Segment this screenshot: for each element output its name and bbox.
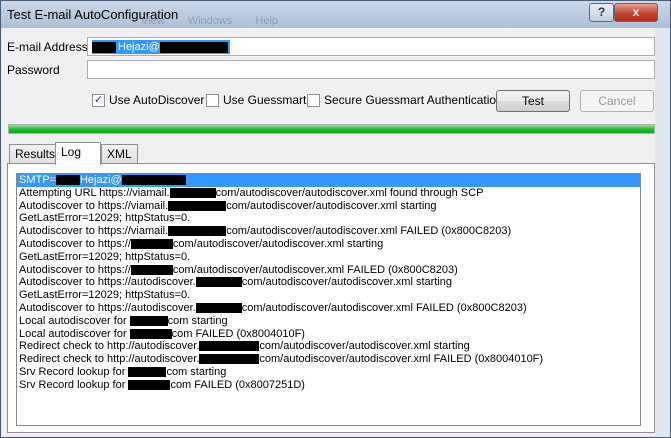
redacted-text — [129, 315, 168, 326]
log-text: Autodiscover to https://viamail. — [19, 199, 169, 212]
log-text: Local autodiscover for — [19, 314, 130, 327]
log-text: com/autodiscover/autodiscover.xml found … — [215, 186, 484, 199]
log-text: Local autodiscover for — [19, 327, 130, 340]
use-autodiscover-checkbox[interactable]: ✓ Use AutoDiscover — [92, 92, 204, 108]
log-text: com starting — [167, 314, 228, 327]
log-line[interactable]: GetLastError=12029; httpStatus=0. — [17, 251, 640, 264]
log-line[interactable]: GetLastError=12029; httpStatus=0. — [17, 212, 640, 225]
secure-guessmart-checkbox[interactable]: Secure Guessmart Authentication — [307, 92, 503, 108]
log-text: com FAILED (0x8007251D) — [170, 378, 305, 391]
checkbox-icon — [307, 93, 320, 107]
log-line[interactable]: Local autodiscover for com FAILED (0x800… — [17, 328, 640, 341]
redacted-text — [195, 303, 242, 314]
redacted-text — [130, 264, 173, 275]
log-text: Hejazi@ — [79, 174, 122, 186]
log-text: Autodiscover to https://autodiscover. — [19, 276, 196, 289]
log-line[interactable]: Srv Record lookup for com FAILED (0x8007… — [17, 379, 640, 392]
log-line[interactable]: Redirect check to http://autodiscover. co… — [17, 340, 640, 353]
checkbox-label: Secure Guessmart Authentication — [324, 93, 503, 107]
redacted-text — [92, 41, 116, 53]
redacted-text — [195, 277, 242, 288]
background-window-text: View Windows Help — [141, 15, 279, 27]
log-text: Srv Record lookup for — [19, 378, 129, 391]
log-line[interactable]: Autodiscover to https://autodiscover. com… — [17, 276, 640, 289]
tab-log[interactable]: Log — [55, 142, 101, 165]
redacted-text — [128, 379, 171, 390]
autoconfig-window: Test E-mail AutoConfiguration View Windo… — [0, 0, 671, 438]
redacted-text — [130, 239, 173, 250]
log-text: com/autodiscover/autodiscover.xml FAILED… — [226, 225, 512, 238]
log-line[interactable]: Redirect check to http://autodiscover. co… — [17, 353, 640, 366]
email-field[interactable]: Hejazi@ — [87, 37, 655, 56]
redacted-text — [169, 187, 216, 198]
log-text: GetLastError=12029; httpStatus=0. — [19, 289, 191, 302]
log-text: Autodiscover to https:// — [19, 263, 131, 276]
log-text: com/autodiscover/autodiscover.xml starti… — [226, 199, 437, 212]
log-tab-panel: SMTP= Hejazi@ Attempting URL https://viama… — [7, 163, 655, 433]
redacted-text — [168, 200, 227, 211]
log-line[interactable]: Local autodiscover for com starting — [17, 315, 640, 328]
tab-results[interactable]: Results — [9, 144, 62, 163]
log-text: com/autodiscover/autodiscover.xml FAILED… — [172, 263, 458, 276]
progress-fill — [9, 125, 654, 133]
log-text: com/autodiscover/autodiscover.xml starti… — [172, 237, 384, 250]
password-label: Password — [7, 63, 60, 77]
email-value: Hejazi@ — [92, 40, 230, 54]
log-text: GetLastError=12029; httpStatus=0. — [19, 250, 191, 263]
redacted-text — [55, 175, 80, 186]
title-bar[interactable]: Test E-mail AutoConfiguration View Windo… — [1, 1, 670, 28]
log-line[interactable]: Attempting URL https://viamail. com/autod… — [17, 187, 640, 200]
progress-bar — [8, 124, 655, 134]
password-field[interactable] — [87, 60, 655, 79]
log-text: GetLastError=12029; httpStatus=0. — [19, 212, 191, 225]
log-text: com/autodiscover/autodiscover.xml starti… — [241, 276, 453, 289]
redacted-text — [168, 226, 227, 237]
tab-xml[interactable]: XML — [101, 144, 138, 163]
log-line[interactable]: Autodiscover to https://autodiscover. com… — [17, 302, 640, 315]
redacted-text — [121, 175, 186, 186]
log-line[interactable]: Autodiscover to https:// com/autodiscover… — [17, 264, 640, 277]
log-text: Srv Record lookup for — [19, 365, 129, 378]
checkbox-label: Use AutoDiscover — [109, 93, 205, 107]
log-text: com starting — [166, 365, 227, 378]
dialog-body: E-mail Address Hejazi@ Password ✓ Use Au… — [2, 28, 655, 436]
log-text: com/autodiscover/autodiscover.xml FAILED… — [259, 353, 544, 366]
redacted-text — [128, 367, 167, 378]
close-button[interactable]: x — [614, 3, 658, 22]
log-list[interactable]: SMTP= Hejazi@ Attempting URL https://viama… — [16, 173, 641, 426]
log-line[interactable]: Autodiscover to https:// com/autodiscover… — [17, 238, 640, 251]
log-text: SMTP= — [19, 174, 56, 186]
log-text: com/autodiscover/autodiscover.xml starti… — [259, 340, 470, 353]
log-text: Redirect check to http://autodiscover. — [19, 353, 200, 366]
log-text: Autodiscover to https://autodiscover. — [19, 301, 196, 314]
log-line[interactable]: SMTP= Hejazi@ — [17, 174, 640, 187]
log-text: com/autodiscover/autodiscover.xml FAILED… — [241, 301, 527, 314]
log-text: Autodiscover to https://viamail. — [19, 225, 169, 238]
help-button[interactable]: ? — [589, 3, 614, 22]
log-text: com FAILED (0x8004010F) — [171, 327, 305, 340]
checkbox-label: Use Guessmart — [223, 93, 307, 107]
log-line[interactable]: Srv Record lookup for com starting — [17, 366, 640, 379]
email-text: Hejazi@ — [118, 41, 160, 53]
redacted-text — [159, 41, 228, 53]
log-line[interactable]: Autodiscover to https://viamail. com/auto… — [17, 225, 640, 238]
use-guessmart-checkbox[interactable]: Use Guessmart — [206, 92, 306, 108]
redacted-text — [199, 354, 260, 365]
log-text: Redirect check to http://autodiscover. — [19, 340, 200, 353]
redacted-text — [129, 328, 172, 339]
checkbox-checked-icon: ✓ — [92, 93, 105, 107]
log-line[interactable]: Autodiscover to https://viamail. com/auto… — [17, 200, 640, 213]
checkbox-icon — [206, 93, 219, 107]
redacted-text — [199, 341, 260, 352]
email-label: E-mail Address — [7, 40, 88, 54]
log-text: Autodiscover to https:// — [19, 237, 131, 250]
cancel-button[interactable]: Cancel — [580, 90, 654, 112]
log-text: Attempting URL https://viamail. — [19, 186, 170, 199]
test-button[interactable]: Test — [496, 90, 570, 112]
log-line[interactable]: GetLastError=12029; httpStatus=0. — [17, 289, 640, 302]
